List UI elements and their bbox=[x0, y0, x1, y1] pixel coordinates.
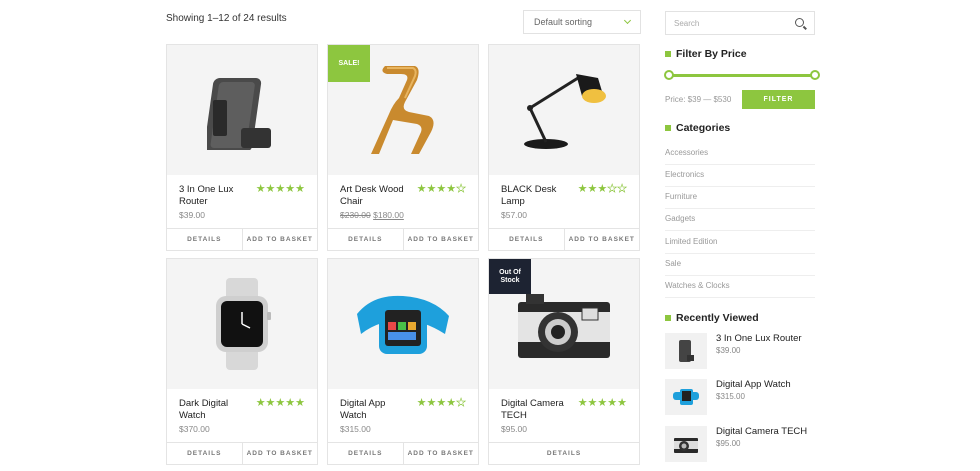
lamp-icon bbox=[524, 74, 606, 149]
details-button[interactable]: DETAILS bbox=[328, 229, 403, 250]
product-name[interactable]: Art Desk Wood Chair bbox=[340, 184, 412, 208]
add-to-basket-button[interactable]: ADD TO BASKET bbox=[563, 229, 640, 250]
price-slider-track[interactable] bbox=[668, 74, 815, 77]
category-furniture[interactable]: Furniture bbox=[665, 187, 815, 209]
sort-select-value: Default sorting bbox=[534, 17, 593, 27]
category-electronics[interactable]: Electronics bbox=[665, 165, 815, 187]
chevron-down-icon bbox=[623, 16, 632, 25]
recent-item-price: $39.00 bbox=[716, 346, 741, 355]
add-to-basket-button[interactable]: ADD TO BASKET bbox=[402, 229, 479, 250]
camera-icon bbox=[518, 294, 610, 358]
rating-stars: ★★★★★ bbox=[416, 397, 467, 409]
square-bullet-icon bbox=[665, 125, 671, 131]
category-gadgets[interactable]: Gadgets bbox=[665, 209, 815, 231]
details-button[interactable]: DETAILS bbox=[489, 229, 564, 250]
recent-item-thumbnail[interactable] bbox=[665, 333, 707, 369]
old-price: $230.00 bbox=[340, 210, 371, 220]
recent-item-name[interactable]: Digital App Watch bbox=[716, 379, 791, 390]
recent-item[interactable]: Digital App Watch $315.00 bbox=[665, 379, 815, 417]
product-image[interactable] bbox=[167, 45, 317, 175]
product-price: $39.00 bbox=[179, 210, 205, 220]
product-price: $315.00 bbox=[340, 424, 371, 434]
details-button[interactable]: DETAILS bbox=[328, 443, 403, 464]
rating-stars: ★★★★★ bbox=[577, 183, 628, 195]
product-name[interactable]: Digital App Watch bbox=[340, 398, 412, 422]
sale-badge: SALE! bbox=[328, 45, 370, 82]
category-sale[interactable]: Sale bbox=[665, 254, 815, 276]
filter-button[interactable]: FILTER bbox=[742, 90, 815, 109]
results-count: Showing 1–12 of 24 results bbox=[166, 13, 287, 24]
watch-icon bbox=[216, 278, 271, 370]
product-name[interactable]: BLACK Desk Lamp bbox=[501, 184, 573, 208]
add-to-basket-button[interactable]: ADD TO BASKET bbox=[241, 443, 318, 464]
recent-item-thumbnail[interactable] bbox=[665, 426, 707, 462]
category-accessories[interactable]: Accessories bbox=[665, 143, 815, 165]
recent-item[interactable]: 3 In One Lux Router $39.00 bbox=[665, 333, 815, 371]
product-price: $370.00 bbox=[179, 424, 210, 434]
widget-title-text: Filter By Price bbox=[676, 48, 747, 60]
sale-price: $180.00 bbox=[373, 210, 404, 220]
rating-stars: ★★★★★ bbox=[577, 397, 627, 409]
search-input[interactable]: Search bbox=[665, 11, 815, 35]
product-image[interactable] bbox=[489, 45, 639, 175]
product-card[interactable]: Dark Digital Watch ★★★★★ $370.00 DETAILS… bbox=[166, 258, 318, 465]
product-card[interactable]: BLACK Desk Lamp ★★★★★ $57.00 DETAILS ADD… bbox=[488, 44, 640, 251]
details-button[interactable]: DETAILS bbox=[489, 443, 639, 464]
add-to-basket-button[interactable]: ADD TO BASKET bbox=[402, 443, 479, 464]
product-image[interactable] bbox=[167, 259, 317, 389]
recent-item-price: $315.00 bbox=[716, 392, 745, 401]
product-card[interactable]: 3 In One Lux Router ★★★★★ $39.00 DETAILS… bbox=[166, 44, 318, 251]
chair-icon bbox=[371, 66, 434, 154]
rating-stars: ★★★★★ bbox=[255, 397, 305, 409]
recent-item-name[interactable]: 3 In One Lux Router bbox=[716, 333, 802, 344]
price-slider-max-handle[interactable] bbox=[810, 70, 820, 80]
product-card[interactable]: Digital App Watch ★★★★★ $315.00 DETAILS … bbox=[327, 258, 479, 465]
recent-item-price: $95.00 bbox=[716, 439, 741, 448]
square-bullet-icon bbox=[665, 315, 671, 321]
price-range-text: Price: $39 — $530 bbox=[665, 95, 732, 104]
categories-title: Categories bbox=[665, 122, 730, 134]
search-icon[interactable] bbox=[795, 18, 804, 27]
details-button[interactable]: DETAILS bbox=[167, 443, 242, 464]
rating-stars: ★★★★★ bbox=[255, 183, 305, 195]
square-bullet-icon bbox=[665, 51, 671, 57]
add-to-basket-button[interactable]: ADD TO BASKET bbox=[241, 229, 318, 250]
product-card[interactable]: Out Of Stock Digital Camera TECH ★★★★★ $… bbox=[488, 258, 640, 465]
rating-stars: ★★★★★ bbox=[416, 183, 467, 195]
out-of-stock-badge: Out Of Stock bbox=[489, 259, 531, 294]
blue-watch-icon bbox=[357, 295, 449, 354]
product-card[interactable]: SALE! Art Desk Wood Chair ★★★★★ $230.00 … bbox=[327, 44, 479, 251]
product-name[interactable]: 3 In One Lux Router bbox=[179, 184, 251, 208]
router-icon bbox=[207, 78, 271, 150]
recent-item[interactable]: Digital Camera TECH $95.00 bbox=[665, 426, 815, 464]
product-image[interactable] bbox=[328, 259, 478, 389]
blue-watch-icon bbox=[673, 389, 699, 405]
price-slider-min-handle[interactable] bbox=[664, 70, 674, 80]
product-name[interactable]: Dark Digital Watch bbox=[179, 398, 251, 422]
product-name[interactable]: Digital Camera TECH bbox=[501, 398, 573, 422]
product-price: $230.00 $180.00 bbox=[340, 210, 404, 220]
sort-select[interactable]: Default sorting bbox=[523, 10, 641, 34]
product-price: $57.00 bbox=[501, 210, 527, 220]
recent-item-name[interactable]: Digital Camera TECH bbox=[716, 426, 807, 437]
category-watches-clocks[interactable]: Watches & Clocks bbox=[665, 276, 815, 298]
filter-by-price-title: Filter By Price bbox=[665, 48, 747, 60]
category-limited-edition[interactable]: Limited Edition bbox=[665, 232, 815, 254]
widget-title-text: Categories bbox=[676, 122, 731, 134]
camera-icon bbox=[674, 438, 698, 453]
recently-viewed-title: Recently Viewed bbox=[665, 312, 759, 324]
product-price: $95.00 bbox=[501, 424, 527, 434]
widget-title-text: Recently Viewed bbox=[676, 312, 759, 324]
search-placeholder: Search bbox=[674, 19, 700, 28]
router-icon bbox=[679, 340, 694, 362]
details-button[interactable]: DETAILS bbox=[167, 229, 242, 250]
recent-item-thumbnail[interactable] bbox=[665, 379, 707, 415]
